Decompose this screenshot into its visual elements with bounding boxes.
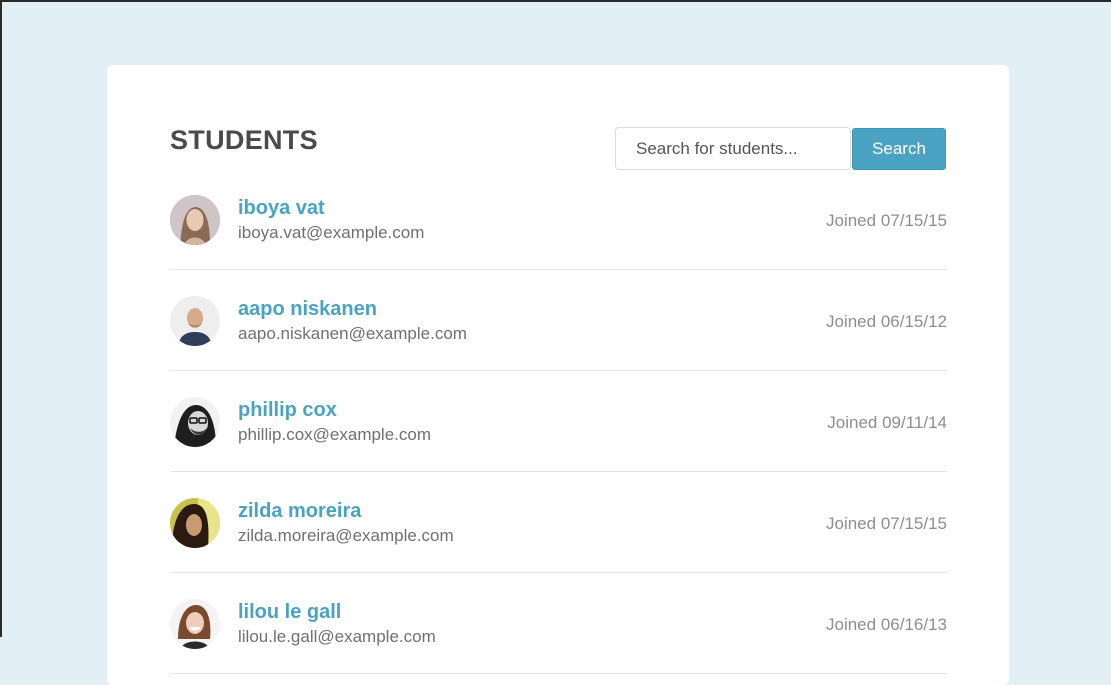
joined-date: Joined 09/11/14 xyxy=(827,413,947,432)
student-email: iboya.vat@example.com xyxy=(238,223,425,242)
avatar[interactable] xyxy=(170,498,220,548)
search-input[interactable] xyxy=(615,127,851,170)
list-item: iboya vat iboya.vat@example.com Joined 0… xyxy=(170,169,947,270)
students-card: STUDENTS Search iboya vat iboya.vat@exam… xyxy=(107,65,1009,685)
student-email: aapo.niskanen@example.com xyxy=(238,324,467,343)
avatar[interactable] xyxy=(170,195,220,245)
student-email: lilou.le.gall@example.com xyxy=(238,627,436,646)
student-email: zilda.moreira@example.com xyxy=(238,526,454,545)
list-item: phillip cox phillip.cox@example.com Join… xyxy=(170,371,947,472)
avatar[interactable] xyxy=(170,599,220,649)
student-name[interactable]: lilou le gall xyxy=(238,601,341,624)
page-title: STUDENTS xyxy=(170,125,318,155)
joined-date: Joined 06/16/13 xyxy=(826,615,947,634)
student-name[interactable]: zilda moreira xyxy=(238,500,361,523)
student-name[interactable]: iboya vat xyxy=(238,197,325,220)
joined-date: Joined 07/15/15 xyxy=(826,211,947,230)
avatar[interactable] xyxy=(170,397,220,447)
joined-date: Joined 07/15/15 xyxy=(826,514,947,533)
student-name[interactable]: phillip cox xyxy=(238,399,337,422)
list-item: lilou le gall lilou.le.gall@example.com … xyxy=(170,573,947,674)
avatar[interactable] xyxy=(170,296,220,346)
student-name[interactable]: aapo niskanen xyxy=(238,298,377,321)
search-button[interactable]: Search xyxy=(852,128,946,170)
students-list: iboya vat iboya.vat@example.com Joined 0… xyxy=(170,169,947,674)
list-item: zilda moreira zilda.moreira@example.com … xyxy=(170,472,947,573)
list-item: aapo niskanen aapo.niskanen@example.com … xyxy=(170,270,947,371)
joined-date: Joined 06/15/12 xyxy=(826,312,947,331)
student-email: phillip.cox@example.com xyxy=(238,425,432,444)
